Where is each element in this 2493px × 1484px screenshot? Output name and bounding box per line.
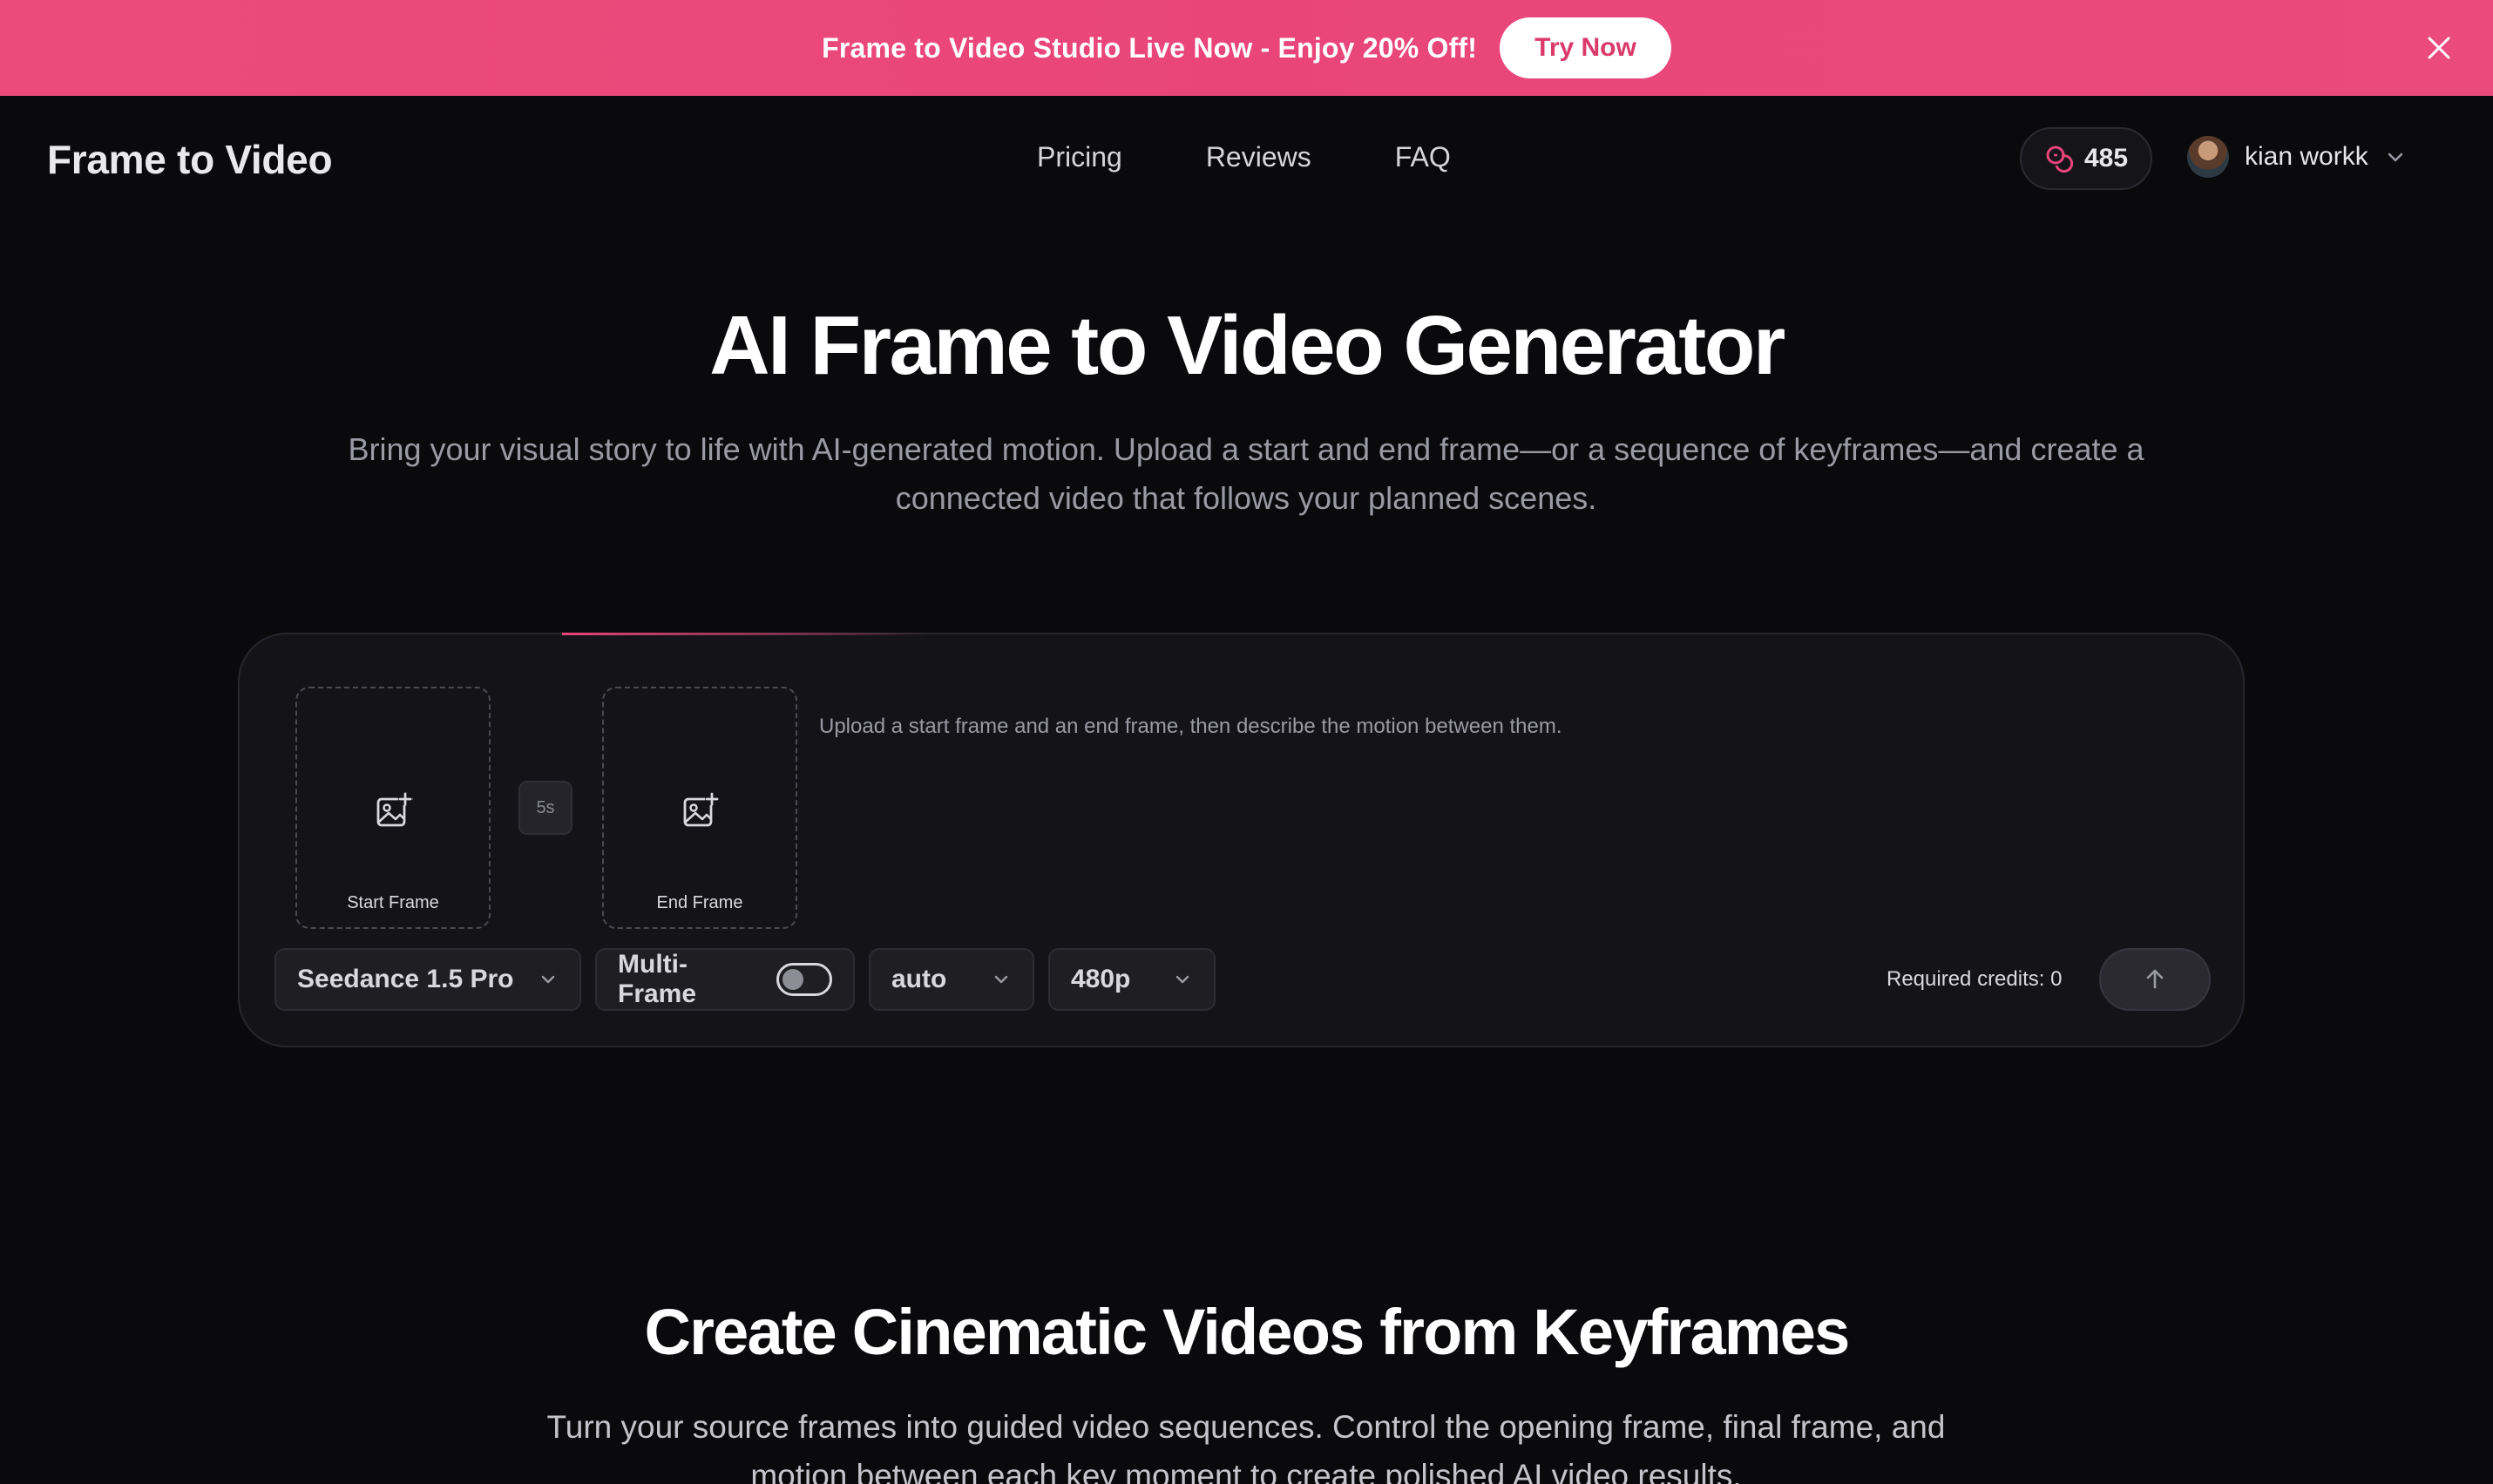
site-header: Frame to Video Pricing Reviews FAQ 485 k…	[0, 96, 2493, 223]
user-menu[interactable]: kian workk	[2187, 136, 2407, 178]
credits-count: 485	[2083, 144, 2129, 173]
user-name: kian workk	[2245, 142, 2368, 171]
nav-reviews[interactable]: Reviews	[1206, 141, 1311, 173]
main-nav: Pricing Reviews FAQ	[1037, 141, 1451, 173]
toggle-knob	[782, 969, 803, 990]
resolution-value: 480p	[1071, 965, 1131, 993]
try-now-button[interactable]: Try Now	[1500, 17, 1671, 78]
avatar	[2187, 136, 2229, 178]
section-title: Create Cinematic Videos from Keyframes	[644, 1296, 1850, 1368]
aspect-ratio-select[interactable]: auto	[869, 948, 1034, 1011]
required-credits: Required credits: 0	[1887, 967, 2063, 991]
section-subtitle: Turn your source frames into guided vide…	[546, 1409, 1946, 1484]
end-frame-label: End Frame	[656, 893, 743, 912]
duration-chip[interactable]: 5s	[518, 781, 572, 835]
image-plus-icon	[683, 792, 719, 827]
start-frame-label: Start Frame	[347, 893, 439, 912]
model-value: Seedance 1.5 Pro	[297, 965, 514, 993]
arrow-up-icon	[2146, 969, 2164, 989]
chevron-down-icon	[2388, 152, 2402, 162]
nav-pricing[interactable]: Pricing	[1037, 141, 1122, 173]
chevron-down-icon	[994, 975, 1008, 984]
model-select[interactable]: Seedance 1.5 Pro	[274, 948, 581, 1011]
multi-frame-toggle[interactable]: Multi-Frame	[595, 948, 855, 1011]
credits-badge[interactable]: 485	[2020, 127, 2152, 190]
page-subtitle: Bring your visual story to life with AI-…	[348, 431, 2144, 516]
aspect-ratio-value: auto	[891, 965, 947, 993]
prompt-hint[interactable]: Upload a start frame and an end frame, t…	[819, 715, 1562, 739]
promo-text: Frame to Video Studio Live Now - Enjoy 2…	[822, 31, 1478, 64]
close-icon[interactable]	[2420, 29, 2458, 67]
start-frame-upload[interactable]: Start Frame	[295, 687, 491, 929]
chevron-down-icon	[1175, 975, 1189, 984]
generator-card: Start Frame 5s End Frame Upload a start …	[238, 633, 2245, 1047]
toggle-switch[interactable]	[776, 963, 832, 996]
promo-banner: Frame to Video Studio Live Now - Enjoy 2…	[0, 0, 2493, 96]
chevron-down-icon	[541, 975, 555, 984]
end-frame-upload[interactable]: End Frame	[602, 687, 797, 929]
card-accent-line	[562, 633, 928, 635]
generate-button[interactable]	[2099, 948, 2211, 1011]
page-title: AI Frame to Video Generator	[709, 299, 1785, 392]
multi-frame-label: Multi-Frame	[618, 950, 697, 1008]
nav-faq[interactable]: FAQ	[1395, 141, 1451, 173]
generator-controls: Seedance 1.5 Pro Multi-Frame auto 480p	[274, 948, 1216, 1011]
coins-icon	[2046, 146, 2074, 173]
image-plus-icon	[376, 792, 413, 827]
resolution-select[interactable]: 480p	[1048, 948, 1216, 1011]
logo[interactable]: Frame to Video	[47, 136, 333, 183]
